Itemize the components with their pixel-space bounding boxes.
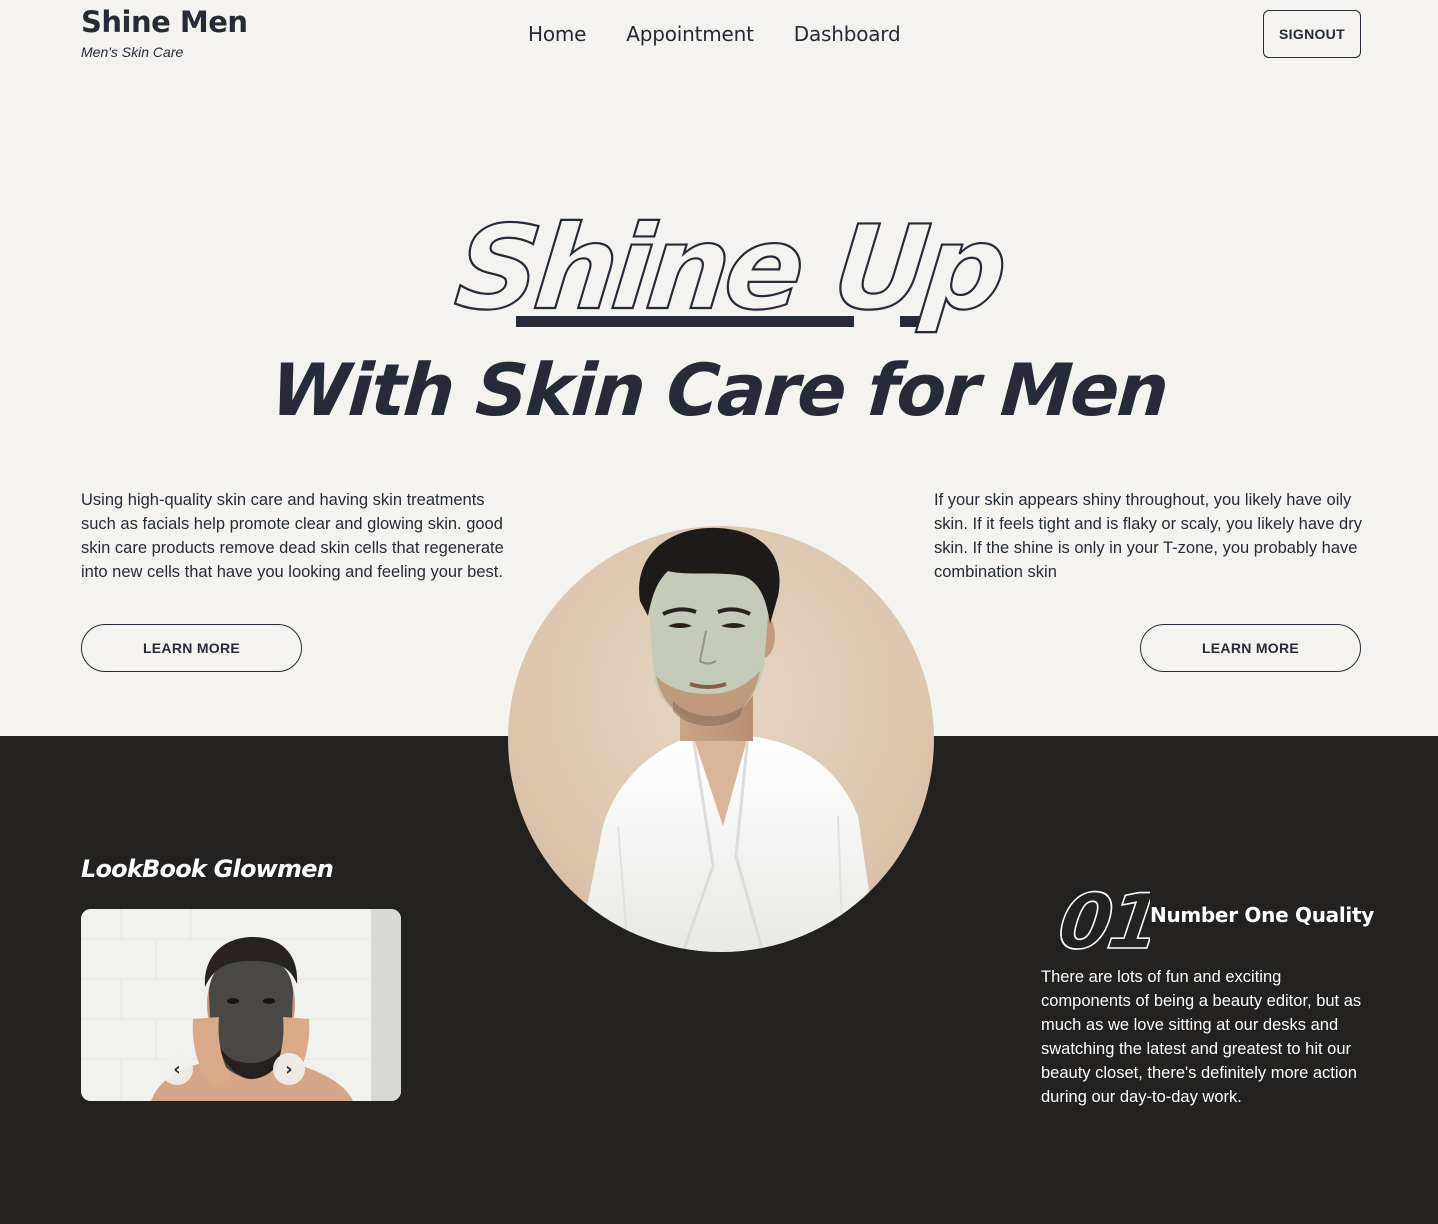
learn-more-button-right[interactable]: LEARN MORE [1140,624,1361,672]
quality-text: There are lots of fun and exciting compo… [1041,968,1362,1106]
site-header: Shine Men Men's Skin Care Home Appointme… [0,0,1438,70]
signout-button[interactable]: SIGNOUT [1263,10,1361,58]
quality-number: 01 [1053,878,1150,956]
portrait-illustration [578,527,878,952]
nav-home[interactable]: Home [528,20,586,48]
lookbook-title: LookBook Glowmen [81,855,334,883]
hero-subtitle: With Skin Care for Men [268,348,1170,432]
brand[interactable]: Shine Men Men's Skin Care [81,5,248,60]
quality-number-svg: 01 [1052,878,1164,968]
main-nav: Home Appointment Dashboard [528,20,901,48]
brand-tagline: Men's Skin Care [81,44,184,60]
carousel-next-icon[interactable]: › [273,1053,305,1085]
brand-name[interactable]: Shine Men [81,5,248,39]
lookbook-image [81,909,401,1101]
quality-title: Number One Quality [1150,903,1374,927]
nav-dashboard[interactable]: Dashboard [794,20,901,48]
hero-right-text: If your skin appears shiny throughout, y… [934,491,1362,581]
hero-left-text: Using high-quality skin care and having … [81,491,504,581]
carousel-prev-icon[interactable]: ‹ [161,1053,193,1085]
hero-portrait-image [508,526,934,952]
hero-outline-title: Shine Up [450,201,1010,336]
lookbook-carousel[interactable]: ‹ › [81,909,401,1101]
quality-number-wrap: 01 [1050,876,1164,968]
learn-more-button-left[interactable]: LEARN MORE [81,624,302,672]
nav-appointment[interactable]: Appointment [626,20,754,48]
hero-outline-title-wrap: Shine Up [0,195,1438,345]
hero-outline-title-svg: Shine Up [449,200,1011,337]
